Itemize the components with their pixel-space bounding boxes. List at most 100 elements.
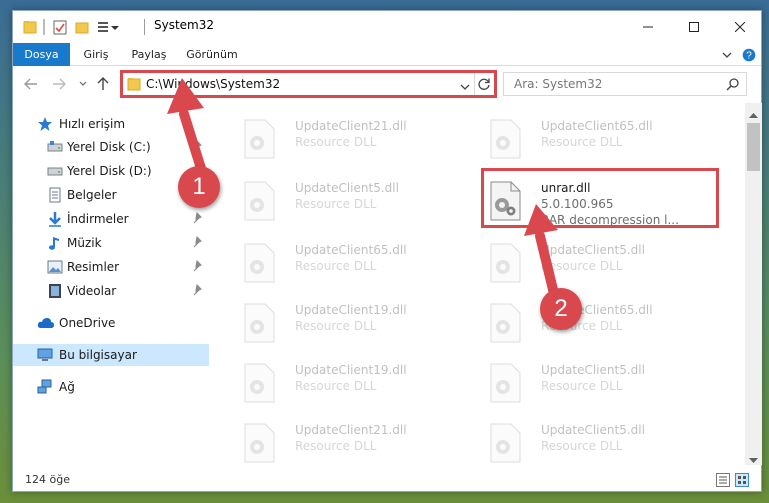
pin-icon	[193, 211, 205, 224]
up-button[interactable]	[95, 76, 111, 92]
properties-icon[interactable]	[53, 19, 67, 35]
search-placeholder: Ara: System32	[514, 77, 603, 91]
file-tile[interactable]: UpdateClient65.dll Resource DLL	[477, 111, 715, 167]
pin-icon	[193, 283, 205, 296]
ribbon-tabs: Dosya Giriş Paylaş Görünüm ?	[13, 43, 761, 66]
tab-file[interactable]: Dosya	[13, 43, 70, 66]
computer-icon	[37, 347, 53, 363]
file-tile[interactable]: UpdateClient5.dll Resource DLL	[477, 235, 715, 291]
file-tile[interactable]: UpdateClient5.dll Resource DLL	[477, 355, 715, 411]
sidebar-item-music[interactable]: Müzik	[13, 232, 209, 254]
downloads-icon	[47, 211, 63, 227]
file-description: Resource DLL	[295, 135, 377, 149]
arrow-left-icon	[24, 78, 37, 90]
file-tile[interactable]: UpdateClient19.dll Resource DLL	[231, 355, 469, 411]
file-name: UpdateClient5.dll	[541, 243, 645, 257]
file-list: UpdateClient21.dll Resource DLL UpdateCl…	[221, 103, 743, 465]
cloud-icon	[37, 315, 54, 331]
sidebar-item-onedrive[interactable]: OneDrive	[13, 312, 209, 334]
close-icon	[735, 22, 745, 32]
minimize-button[interactable]	[625, 11, 671, 43]
large-icons-view-icon[interactable]	[735, 473, 749, 487]
step-two-badge: 2	[540, 288, 582, 330]
file-description: Resource DLL	[541, 379, 623, 393]
pin-icon	[193, 139, 205, 152]
recent-locations-button[interactable]	[75, 76, 91, 92]
file-name: UpdateClient5.dll	[541, 423, 645, 437]
sidebar-item-quick-access[interactable]: Hızlı erişim	[13, 113, 209, 135]
sidebar-item-label: Hızlı erişim	[59, 117, 126, 131]
file-description: Resource DLL	[295, 319, 377, 333]
star-icon	[37, 116, 53, 132]
file-name: UpdateClient65.dll	[295, 243, 407, 257]
file-tile[interactable]: UpdateClient21.dll Resource DLL	[231, 111, 469, 167]
dll-file-icon	[241, 423, 277, 463]
dll-file-icon	[487, 423, 523, 463]
item-count: 124 öğe	[25, 473, 70, 486]
customize-toolbar-icon[interactable]	[97, 19, 121, 35]
file-description: Resource DLL	[541, 439, 623, 453]
scroll-down-icon[interactable]	[749, 453, 758, 467]
file-description: Resource DLL	[295, 439, 377, 453]
pin-icon	[193, 259, 205, 272]
arrow-right-icon	[53, 78, 66, 90]
sidebar-item-pictures[interactable]: Resimler	[13, 256, 209, 278]
dll-file-icon	[241, 119, 277, 159]
chevron-down-icon	[79, 81, 87, 86]
svg-text:?: ?	[746, 51, 752, 62]
file-name: UpdateClient21.dll	[295, 119, 407, 133]
file-tile[interactable]: UpdateClient5.dll Resource DLL	[477, 415, 715, 465]
file-tile[interactable]: UpdateClient5.dll Resource DLL	[231, 173, 469, 229]
vertical-scrollbar[interactable]	[745, 103, 762, 465]
file-name: UpdateClient19.dll	[295, 363, 407, 377]
dll-file-icon	[241, 243, 277, 283]
file-description: Resource DLL	[295, 259, 377, 273]
sidebar-item-downloads[interactable]: İndirmeler	[13, 208, 209, 230]
close-button[interactable]	[717, 11, 763, 43]
sidebar-item-label: Yerel Disk (D:)	[67, 164, 152, 178]
scrollbar-thumb[interactable]	[747, 123, 760, 171]
sidebar-item-disk-c[interactable]: Yerel Disk (C:)	[13, 136, 209, 158]
title-bar: System32	[13, 11, 761, 43]
dll-file-icon	[241, 363, 277, 403]
file-tile[interactable]: UpdateClient65.dll Resource DLL	[477, 295, 715, 351]
forward-button[interactable]	[51, 76, 67, 92]
file-tile[interactable]: UpdateClient21.dll Resource DLL	[231, 415, 469, 465]
sidebar-item-this-pc[interactable]: Bu bilgisayar	[13, 344, 209, 366]
maximize-button[interactable]	[671, 11, 717, 43]
tab-home[interactable]: Giriş	[75, 43, 117, 66]
file-name: UpdateClient5.dll	[295, 181, 399, 195]
documents-icon	[47, 187, 63, 203]
sidebar-item-network[interactable]: Ağ	[13, 376, 209, 398]
file-highlight-box	[481, 168, 719, 228]
dll-file-icon	[487, 243, 523, 283]
tab-view[interactable]: Görünüm	[183, 43, 241, 66]
drive-icon	[47, 139, 63, 155]
scroll-up-icon[interactable]	[749, 107, 758, 121]
file-description: Resource DLL	[295, 197, 377, 211]
file-description: Resource DLL	[295, 379, 377, 393]
pictures-icon	[47, 259, 63, 275]
file-name: UpdateClient5.dll	[541, 363, 645, 377]
drive-icon	[47, 163, 63, 179]
sidebar-item-label: Müzik	[67, 236, 102, 250]
help-button[interactable]: ?	[741, 47, 757, 63]
tab-share[interactable]: Paylaş	[125, 43, 173, 66]
expand-ribbon-button[interactable]	[719, 47, 735, 63]
sidebar-item-videos[interactable]: Videolar	[13, 280, 209, 302]
sidebar-item-label: Videolar	[67, 284, 117, 298]
search-icon[interactable]	[726, 77, 740, 94]
file-tile[interactable]: UpdateClient65.dll Resource DLL	[231, 235, 469, 291]
search-box[interactable]: Ara: System32	[503, 72, 747, 96]
new-folder-icon[interactable]	[75, 19, 89, 35]
sidebar-item-label: Ağ	[59, 380, 75, 394]
file-description: Resource DLL	[541, 135, 623, 149]
music-icon	[47, 235, 63, 251]
sidebar-item-label: Bu bilgisayar	[59, 348, 137, 362]
back-button[interactable]	[23, 76, 39, 92]
file-description: Resource DLL	[541, 259, 623, 273]
dll-file-icon	[241, 303, 277, 343]
pin-icon	[193, 235, 205, 248]
file-tile[interactable]: UpdateClient19.dll Resource DLL	[231, 295, 469, 351]
details-view-icon[interactable]	[716, 473, 730, 487]
